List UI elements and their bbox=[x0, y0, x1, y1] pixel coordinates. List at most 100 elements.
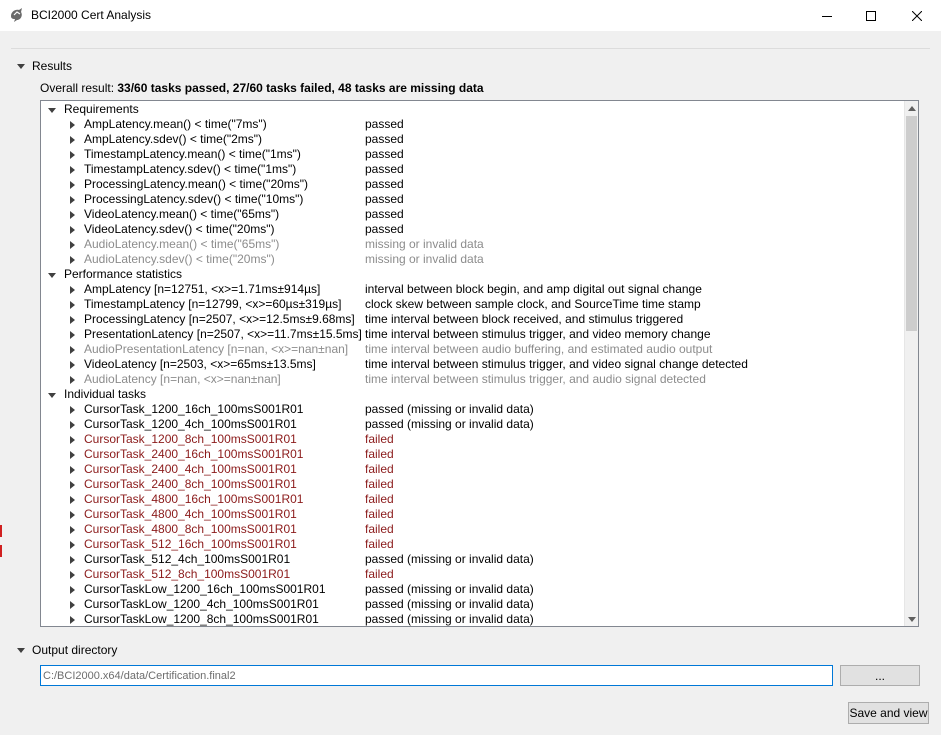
tree-item[interactable]: CursorTask_4800_8ch_100msS001R01 failed bbox=[41, 522, 905, 537]
overall-result: Overall result: 33/60 tasks passed, 27/6… bbox=[40, 81, 484, 95]
collapsed-arrow-icon[interactable] bbox=[67, 477, 77, 492]
tree-item[interactable]: CursorTask_512_8ch_100msS001R01 failed bbox=[41, 567, 905, 582]
tree-group[interactable]: Requirements bbox=[41, 102, 905, 117]
tree-item[interactable]: ProcessingLatency.sdev() < time("10ms") p… bbox=[41, 192, 905, 207]
tree-group[interactable]: Performance statistics bbox=[41, 267, 905, 282]
save-and-view-button[interactable]: Save and view bbox=[848, 702, 929, 724]
tree-item[interactable]: CursorTaskLow_1200_8ch_100msS001R01 passe… bbox=[41, 612, 905, 626]
tree-item[interactable]: CursorTask_2400_8ch_100msS001R01 failed bbox=[41, 477, 905, 492]
collapsed-arrow-icon[interactable] bbox=[67, 312, 77, 327]
tree-item[interactable]: CursorTaskLow_1200_4ch_100msS001R01 passe… bbox=[41, 597, 905, 612]
tree-item-name: CursorTaskLow_1200_4ch_100msS001R01 bbox=[84, 597, 319, 611]
tree-item[interactable]: CursorTask_1200_8ch_100msS001R01 failed bbox=[41, 432, 905, 447]
tree-item[interactable]: CursorTask_4800_16ch_100msS001R01 failed bbox=[41, 492, 905, 507]
tree-item-value: failed bbox=[365, 567, 394, 581]
collapsed-arrow-icon[interactable] bbox=[67, 522, 77, 537]
tree-item[interactable]: AmpLatency.mean() < time("7ms") passed bbox=[41, 117, 905, 132]
tree-item-name: VideoLatency.sdev() < time("20ms") bbox=[84, 222, 275, 236]
collapsed-arrow-icon[interactable] bbox=[67, 252, 77, 267]
tree-group[interactable]: Individual tasks bbox=[41, 387, 905, 402]
tree-item[interactable]: ProcessingLatency.mean() < time("20ms") p… bbox=[41, 177, 905, 192]
tree-item-value: failed bbox=[365, 507, 394, 521]
collapsed-arrow-icon[interactable] bbox=[67, 402, 77, 417]
close-button[interactable] bbox=[894, 0, 940, 31]
browse-button[interactable]: ... bbox=[840, 665, 920, 686]
tree-item-value: failed bbox=[365, 492, 394, 506]
expanded-arrow-icon[interactable] bbox=[47, 387, 57, 402]
minimize-button[interactable] bbox=[804, 0, 850, 31]
tree-item[interactable]: TimestampLatency.sdev() < time("1ms") pas… bbox=[41, 162, 905, 177]
collapsed-arrow-icon[interactable] bbox=[67, 147, 77, 162]
tree-item-name: CursorTask_512_4ch_100msS001R01 bbox=[84, 552, 291, 566]
tree-item[interactable]: CursorTask_2400_4ch_100msS001R01 failed bbox=[41, 462, 905, 477]
collapsed-arrow-icon[interactable] bbox=[67, 597, 77, 612]
tree-item[interactable]: CursorTask_4800_4ch_100msS001R01 failed bbox=[41, 507, 905, 522]
collapsed-arrow-icon[interactable] bbox=[67, 462, 77, 477]
collapsed-arrow-icon[interactable] bbox=[67, 297, 77, 312]
collapsed-arrow-icon[interactable] bbox=[67, 567, 77, 582]
collapsed-arrow-icon[interactable] bbox=[67, 417, 77, 432]
collapsed-arrow-icon[interactable] bbox=[67, 192, 77, 207]
tree-item[interactable]: CursorTask_1200_16ch_100msS001R01 passed … bbox=[41, 402, 905, 417]
collapsed-arrow-icon[interactable] bbox=[67, 327, 77, 342]
expanded-arrow-icon[interactable] bbox=[47, 102, 57, 117]
collapsed-arrow-icon[interactable] bbox=[67, 492, 77, 507]
output-directory-input[interactable] bbox=[40, 665, 833, 686]
collapsed-arrow-icon[interactable] bbox=[67, 582, 77, 597]
collapsed-arrow-icon[interactable] bbox=[67, 237, 77, 252]
collapsed-arrow-icon[interactable] bbox=[67, 447, 77, 462]
tree-item-name: CursorTask_4800_4ch_100msS001R01 bbox=[84, 507, 297, 521]
tree-item[interactable]: CursorTask_1200_4ch_100msS001R01 passed (… bbox=[41, 417, 905, 432]
tree-item[interactable]: CursorTaskLow_1200_16ch_100msS001R01 pass… bbox=[41, 582, 905, 597]
collapsed-arrow-icon[interactable] bbox=[67, 552, 77, 567]
output-section-toggle[interactable]: Output directory bbox=[16, 642, 117, 658]
tree-item-value: passed (missing or invalid data) bbox=[365, 402, 534, 416]
collapsed-arrow-icon[interactable] bbox=[67, 537, 77, 552]
collapsed-arrow-icon[interactable] bbox=[67, 162, 77, 177]
results-tree[interactable]: Requirements AmpLatency.mean() < time("7m… bbox=[40, 100, 919, 627]
tree-item[interactable]: AudioLatency [n=nan, <x>=nan±nan] time in… bbox=[41, 372, 905, 387]
tree-item[interactable]: VideoLatency.mean() < time("65ms") passed bbox=[41, 207, 905, 222]
collapsed-arrow-icon[interactable] bbox=[67, 432, 77, 447]
maximize-button[interactable] bbox=[848, 0, 894, 31]
tree-item-name: CursorTask_1200_8ch_100msS001R01 bbox=[84, 432, 297, 446]
scroll-up-button[interactable] bbox=[905, 101, 918, 115]
tree-item-name: CursorTask_2400_8ch_100msS001R01 bbox=[84, 477, 297, 491]
vertical-scrollbar[interactable] bbox=[904, 101, 918, 626]
collapsed-arrow-icon[interactable] bbox=[67, 132, 77, 147]
tree-item[interactable]: VideoLatency.sdev() < time("20ms") passed bbox=[41, 222, 905, 237]
collapsed-arrow-icon[interactable] bbox=[67, 507, 77, 522]
results-tree-rows: Requirements AmpLatency.mean() < time("7m… bbox=[41, 102, 905, 626]
expanded-arrow-icon[interactable] bbox=[47, 267, 57, 282]
tree-item[interactable]: CursorTask_512_16ch_100msS001R01 failed bbox=[41, 537, 905, 552]
expand-arrow-icon bbox=[17, 64, 25, 69]
collapsed-arrow-icon[interactable] bbox=[67, 357, 77, 372]
tree-item[interactable]: PresentationLatency [n=2507, <x>=11.7ms±… bbox=[41, 327, 905, 342]
collapsed-arrow-icon[interactable] bbox=[67, 207, 77, 222]
collapsed-arrow-icon[interactable] bbox=[67, 117, 77, 132]
tree-item[interactable]: ProcessingLatency [n=2507, <x>=12.5ms±9.… bbox=[41, 312, 905, 327]
collapsed-arrow-icon[interactable] bbox=[67, 222, 77, 237]
tree-item[interactable]: AudioLatency.mean() < time("65ms") missin… bbox=[41, 237, 905, 252]
tree-item[interactable]: AudioLatency.sdev() < time("20ms") missin… bbox=[41, 252, 905, 267]
tree-item[interactable]: AudioPresentationLatency [n=nan, <x>=nan… bbox=[41, 342, 905, 357]
collapsed-arrow-icon[interactable] bbox=[67, 612, 77, 626]
collapsed-arrow-icon[interactable] bbox=[67, 282, 77, 297]
tree-item[interactable]: CursorTask_2400_16ch_100msS001R01 failed bbox=[41, 447, 905, 462]
tree-item[interactable]: CursorTask_512_4ch_100msS001R01 passed (m… bbox=[41, 552, 905, 567]
tree-item-name: CursorTaskLow_1200_16ch_100msS001R01 bbox=[84, 582, 326, 596]
tree-item-value: time interval between stimulus trigger, … bbox=[365, 327, 711, 341]
overall-result-label: Overall result: bbox=[40, 81, 115, 95]
scroll-down-button[interactable] bbox=[905, 612, 918, 626]
tree-item[interactable]: TimestampLatency.mean() < time("1ms") pas… bbox=[41, 147, 905, 162]
tree-item[interactable]: VideoLatency [n=2503, <x>=65ms±13.5ms] ti… bbox=[41, 357, 905, 372]
scroll-thumb[interactable] bbox=[906, 116, 917, 331]
results-section-toggle[interactable]: Results bbox=[16, 58, 72, 74]
collapsed-arrow-icon[interactable] bbox=[67, 342, 77, 357]
collapsed-arrow-icon[interactable] bbox=[67, 177, 77, 192]
tree-item[interactable]: AmpLatency.sdev() < time("2ms") passed bbox=[41, 132, 905, 147]
tree-item[interactable]: TimestampLatency [n=12799, <x>=60µs±319µ… bbox=[41, 297, 905, 312]
tree-item[interactable]: AmpLatency [n=12751, <x>=1.71ms±914µs] in… bbox=[41, 282, 905, 297]
tree-item-name: CursorTask_4800_16ch_100msS001R01 bbox=[84, 492, 304, 506]
collapsed-arrow-icon[interactable] bbox=[67, 372, 77, 387]
